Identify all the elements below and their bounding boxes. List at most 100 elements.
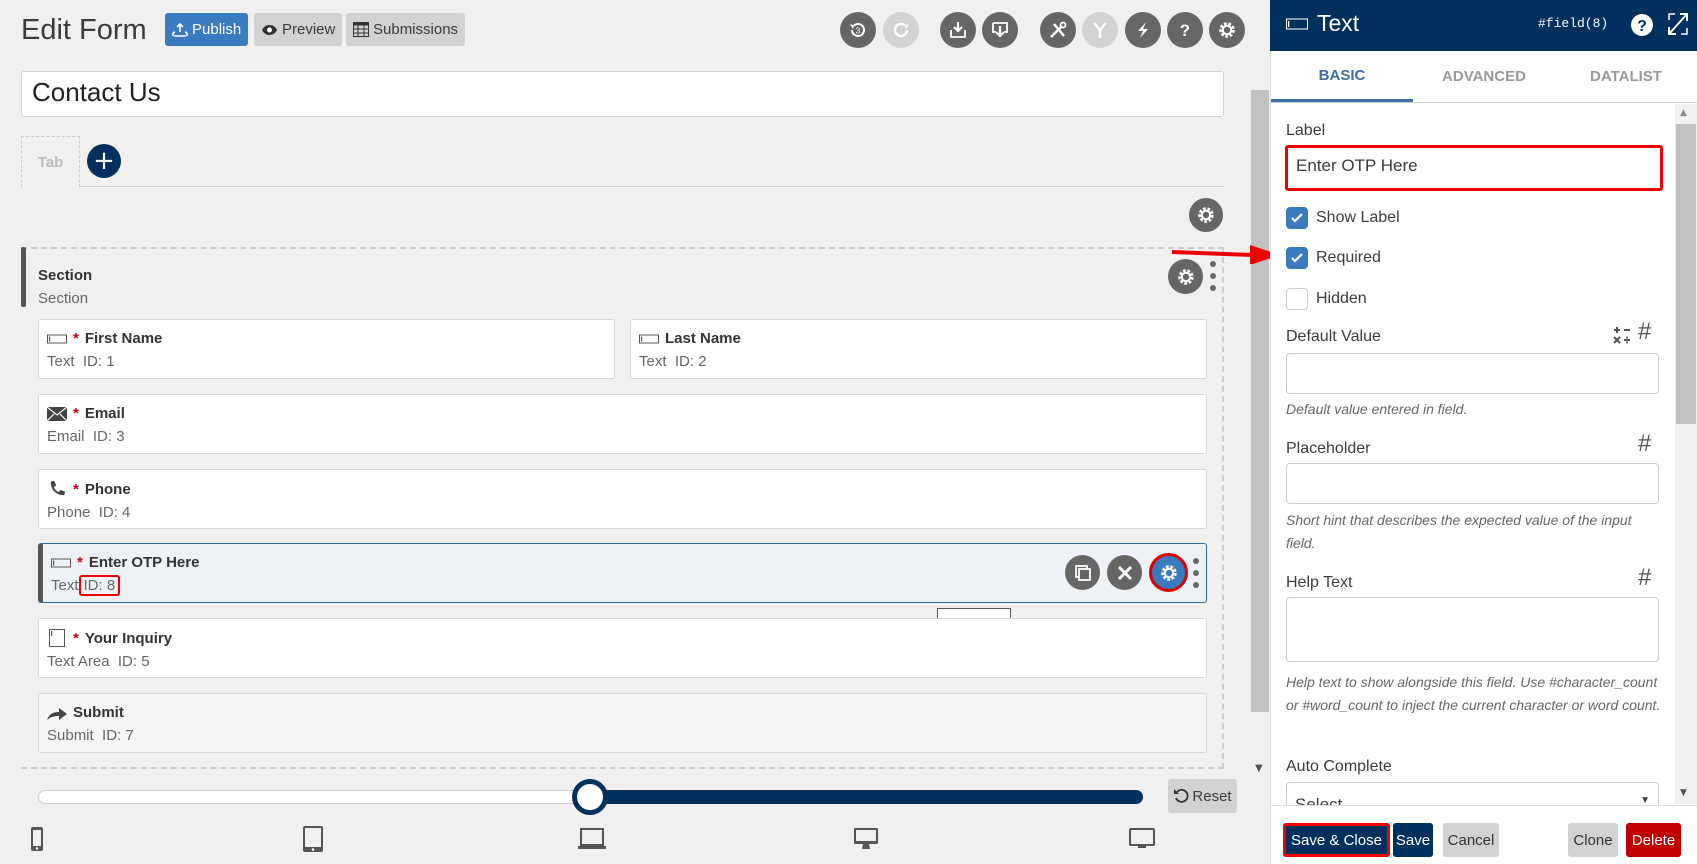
placeholder-input[interactable] [1286,463,1659,504]
field-first-name[interactable]: * First Name Text ID: 1 [38,319,615,379]
field-label: First Name [84,330,163,347]
undo-button[interactable]: 3 [840,12,876,48]
chevron-down-icon: ▼ [1640,795,1650,806]
field-settings-button[interactable] [1149,553,1188,592]
field-last-name[interactable]: Last Name Text ID: 2 [630,319,1207,379]
required-checkbox[interactable]: Required [1286,247,1381,269]
cloud-upload-icon [172,22,188,37]
auto-complete-value: Select [1295,795,1343,812]
calculator-icon[interactable] [1613,326,1631,344]
download-button[interactable] [940,12,976,48]
variable-hash-icon[interactable]: # [1638,564,1651,592]
annotation-arrow [1171,245,1280,264]
cancel-button[interactable]: Cancel [1443,823,1499,857]
form-name-input[interactable]: Contact Us [21,71,1224,117]
import-icon [992,22,1008,38]
actions-button[interactable] [1125,12,1161,48]
svg-text:3: 3 [856,27,861,36]
add-tab-button[interactable]: + [87,144,121,178]
tools-button[interactable] [1040,12,1076,48]
submissions-label: Submissions [373,21,459,38]
large-desktop-icon [1129,828,1155,848]
section-drag-bar[interactable] [21,247,26,307]
gear-icon [1219,22,1235,38]
field-type: Submit [47,727,94,744]
checkbox-checked[interactable] [1286,247,1308,269]
redo-button[interactable] [883,12,919,48]
default-value-hint: Default value entered in field. [1286,401,1468,417]
device-mobile[interactable] [30,825,44,853]
form-tab[interactable]: Tab [21,136,80,187]
save-close-button[interactable]: Save & Close [1283,823,1390,857]
panel-field-ref: #field(8) [1538,16,1609,31]
auto-complete-caption: Auto Complete [1286,758,1392,775]
tab-settings-button[interactable] [1189,198,1223,232]
panel-scroll-down[interactable]: ▼ [1680,788,1687,798]
field-email[interactable]: * Email Email ID: 3 [38,394,1207,454]
field-id: ID: 3 [92,428,125,445]
field-submit[interactable]: Submit Submit ID: 7 [38,693,1207,753]
field-enter-otp[interactable]: * Enter OTP Here Text ID: 8 [38,543,1207,603]
settings-button[interactable] [1209,12,1245,48]
variable-hash-icon[interactable]: # [1638,430,1651,458]
label-input[interactable]: Enter OTP Here [1285,145,1663,191]
field-phone[interactable]: * Phone Phone ID: 4 [38,469,1207,529]
branch-icon [1093,22,1107,38]
field-your-inquiry[interactable]: * Your Inquiry Text Area ID: 5 [38,618,1207,678]
import-button[interactable] [982,12,1018,48]
device-large-desktop[interactable] [1129,825,1155,853]
help-icon[interactable]: ? [1630,13,1654,37]
field-type: Text [47,353,75,370]
conditional-logic-button[interactable] [1082,12,1118,48]
breakpoint-slider-thumb[interactable] [572,779,608,815]
expand-icon[interactable] [1667,12,1689,36]
reset-button[interactable]: Reset [1168,779,1237,813]
text-field-icon [639,334,659,343]
tab-basic[interactable]: BASIC [1271,51,1413,102]
help-button[interactable]: ? [1167,12,1203,48]
required-marker: * [73,405,79,422]
field-type: Phone [47,504,91,521]
tab-advanced[interactable]: ADVANCED [1413,51,1555,102]
variable-hash-icon[interactable]: # [1638,318,1651,346]
reset-label: Reset [1192,787,1232,805]
field-label: Your Inquiry [84,629,173,647]
field-id: ID: 7 [102,727,134,744]
field-type: Email [47,428,85,445]
field-label: Last Name [665,330,741,347]
delete-button[interactable]: Delete [1626,823,1681,857]
default-value-input[interactable] [1286,353,1659,394]
submissions-button[interactable]: Submissions [346,13,466,46]
device-desktop[interactable] [853,825,879,853]
checkbox-unchecked[interactable] [1286,288,1308,310]
field-drag-handle[interactable] [1193,558,1199,588]
section-drag-handle[interactable] [1210,261,1216,291]
section-settings-button[interactable] [1168,259,1203,294]
canvas-scrollbar[interactable] [1251,90,1269,712]
save-button[interactable]: Save [1393,823,1433,857]
help-text-textarea[interactable] [1286,597,1659,662]
checkbox-checked[interactable] [1286,207,1308,229]
preview-button[interactable]: Preview [254,13,343,46]
field-id: ID: 4 [98,504,131,521]
phone-icon [50,480,66,496]
panel-scrollbar-thumb[interactable] [1676,124,1696,424]
publish-button[interactable]: Publish [165,13,249,46]
page-title: Edit Form [21,14,147,46]
device-tablet[interactable] [302,825,324,853]
panel-tabs: BASIC ADVANCED DATALIST [1271,51,1697,103]
device-laptop[interactable] [578,825,606,853]
reset-icon [1174,788,1189,803]
scroll-down-arrow[interactable]: ▼ [1255,763,1263,774]
clone-button[interactable]: Clone [1568,823,1618,857]
show-label-checkbox[interactable]: Show Label [1286,207,1400,229]
hidden-checkbox[interactable]: Hidden [1286,288,1367,310]
tab-datalist[interactable]: DATALIST [1555,51,1697,102]
clone-field-button[interactable] [1065,555,1100,590]
copy-icon [1074,564,1091,581]
field-label: Enter OTP Here [88,554,200,571]
eye-icon [262,24,277,35]
help-text-caption: Help Text [1286,574,1353,591]
delete-field-button[interactable] [1107,555,1142,590]
panel-scroll-up[interactable]: ▲ [1680,108,1687,118]
